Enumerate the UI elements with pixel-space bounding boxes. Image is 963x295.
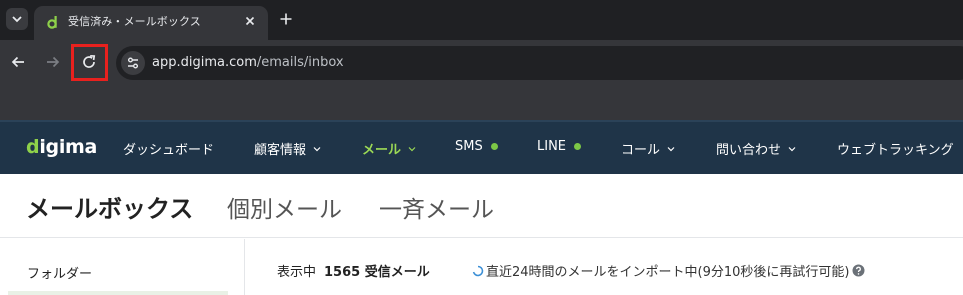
folder-heading: フォルダー (27, 267, 93, 282)
browser-tab-strip: 受信済み・メールボックス (0, 0, 963, 40)
logo-text: igima (39, 136, 98, 158)
nav-web-tracking-label: ウェブトラッキング (837, 143, 954, 158)
tab-individual-mail[interactable]: 個別メール (227, 190, 342, 224)
folder-item-selected[interactable] (8, 291, 228, 295)
screen: 受信済み・メールボックス app.digima.com/emails/inbox… (0, 0, 963, 295)
browser-tab-title: 受信済み・メールボックス (68, 15, 201, 28)
chevron-down-icon (12, 16, 22, 23)
nav-inquiry[interactable]: 問い合わせ (716, 139, 796, 158)
digima-logo[interactable]: digima (26, 136, 97, 158)
nav-web-tracking[interactable]: ウェブトラッキング (837, 139, 954, 158)
showing-label: 表示中 (277, 265, 317, 280)
page-title: メールボックス (26, 195, 194, 223)
address-bar[interactable]: app.digima.com/emails/inbox (116, 46, 963, 80)
url-path: /emails/inbox (256, 55, 344, 70)
inbox-summary: 表示中 1565 受信メール (277, 261, 430, 280)
logo-mark: d (26, 136, 40, 158)
nav-sms-label: SMS (455, 139, 483, 154)
nav-dashboard[interactable]: ダッシュボード (123, 139, 214, 158)
nav-line[interactable]: LINE (537, 139, 582, 154)
tab-bulk-mail[interactable]: 一斉メール (379, 190, 494, 224)
nav-dashboard-label: ダッシュボード (123, 143, 215, 158)
chevron-down-icon (667, 146, 675, 151)
nav-customers[interactable]: 顧客情報 (254, 139, 321, 158)
reload-icon[interactable] (80, 53, 98, 71)
back-arrow-icon[interactable] (9, 53, 27, 71)
nav-sms[interactable]: SMS (455, 139, 498, 154)
import-status-text: 直近24時間のメールをインポート中(9分10秒後に再試行可能) (486, 265, 850, 280)
chevron-down-icon (313, 146, 321, 151)
site-info-button[interactable] (121, 51, 145, 75)
url-domain: app.digima.com (152, 55, 257, 70)
inbox-main: 表示中 1565 受信メール 直近24時間のメールをインポート中(9分10秒後に再… (246, 239, 963, 295)
chevron-down-icon (408, 146, 416, 151)
new-tab-plus-icon[interactable] (278, 11, 294, 27)
sms-status-dot (490, 143, 498, 150)
nav-inquiry-label: 問い合わせ (716, 143, 782, 158)
browser-bookmarks-area (0, 86, 963, 120)
url-text: app.digima.com/emails/inbox (152, 55, 344, 70)
digima-favicon-icon (47, 16, 57, 29)
import-status: 直近24時間のメールをインポート中(9分10秒後に再試行可能) (472, 261, 865, 280)
nav-call-label: コール (621, 143, 661, 158)
page-header: メールボックス 個別メール 一斉メール (0, 174, 963, 238)
nav-mail[interactable]: メール (362, 139, 416, 158)
browser-toolbar: app.digima.com/emails/inbox (0, 40, 963, 86)
sidebar: フォルダー (0, 239, 245, 295)
tab-search-button[interactable] (6, 8, 28, 30)
tune-icon (128, 57, 138, 69)
chevron-down-icon (788, 146, 796, 151)
line-status-dot (574, 143, 582, 150)
app-nav-bar: digima ダッシュボード 顧客情報 メール SMS LINE コール 問い合… (0, 120, 963, 174)
loading-spinner-icon (472, 265, 484, 276)
browser-tab-active[interactable]: 受信済み・メールボックス (34, 6, 268, 40)
nav-customers-label: 顧客情報 (254, 143, 307, 158)
nav-line-label: LINE (537, 139, 567, 154)
close-icon[interactable] (242, 13, 258, 29)
nav-mail-label: メール (362, 143, 402, 158)
received-count: 1565 受信メール (324, 265, 430, 280)
forward-arrow-icon[interactable] (44, 53, 62, 71)
nav-call[interactable]: コール (621, 139, 675, 158)
help-icon[interactable] (852, 264, 865, 277)
